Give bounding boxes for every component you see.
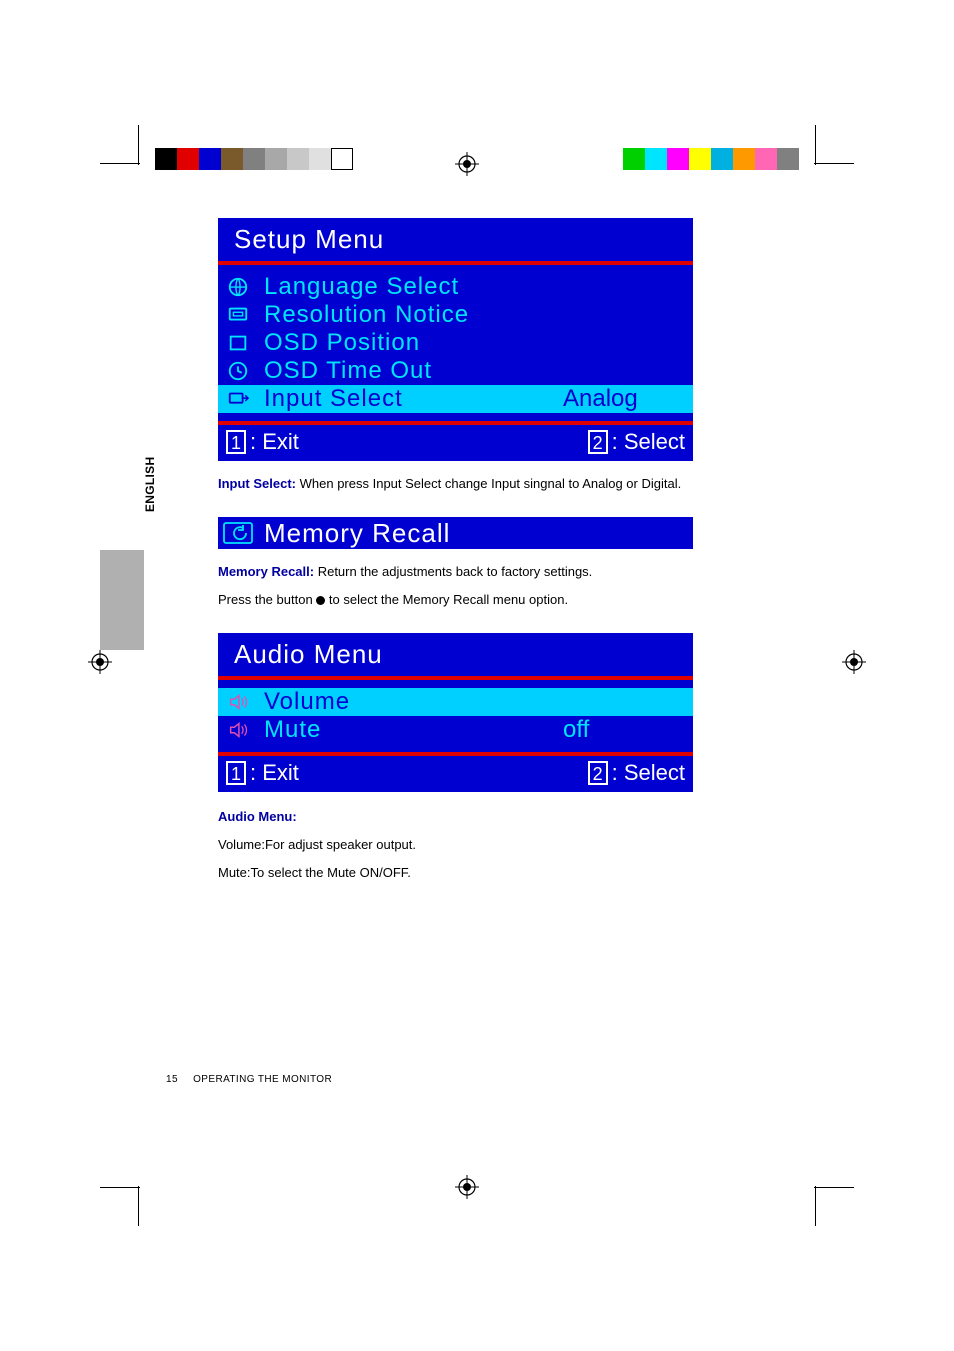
registration-mark-icon [455, 152, 479, 176]
menu-item-label: OSD Position [258, 329, 693, 357]
bullet-icon [316, 596, 325, 605]
crop-mark [814, 1187, 854, 1188]
osd-footer: 1 : Exit 2 : Select [218, 425, 693, 461]
footer-select-label: : Select [612, 760, 685, 786]
crop-mark [138, 125, 139, 165]
menu-item-language-select[interactable]: Language Select [218, 273, 693, 301]
desc-label: Memory Recall: [218, 564, 314, 579]
crop-mark [814, 163, 854, 164]
memory-recall-header: Memory Recall [218, 517, 693, 549]
crop-mark [815, 125, 816, 165]
input-select-description: Input Select: When press Input Select ch… [218, 473, 693, 495]
desc-text: Press the button [218, 592, 316, 607]
audio-desc-line1: Volume:For adjust speaker output. [218, 834, 693, 856]
page-number: 15 [166, 1074, 178, 1085]
desc-text: Return the adjustments back to factory s… [314, 564, 592, 579]
registration-mark-icon [455, 1175, 479, 1199]
speaker-icon [218, 718, 258, 742]
menu-item-volume[interactable]: Volume [218, 688, 693, 716]
key-2-icon: 2 [588, 761, 608, 785]
menu-item-label: OSD Time Out [258, 357, 693, 385]
menu-item-input-select[interactable]: Input Select Analog [218, 385, 693, 413]
audio-menu-description: Audio Menu: [218, 806, 693, 828]
menu-item-value: Analog [563, 385, 693, 413]
color-bar-left [155, 148, 353, 170]
crop-mark [815, 1186, 816, 1226]
key-1-icon: 1 [226, 761, 246, 785]
footer-exit-label: : Exit [250, 760, 299, 786]
speaker-icon [218, 690, 258, 714]
menu-item-label: Input Select [258, 385, 563, 413]
menu-item-osd-position[interactable]: OSD Position [218, 329, 693, 357]
page-footer-text: OPERATING THE MONITOR [193, 1074, 332, 1085]
crop-mark [100, 1187, 140, 1188]
audio-menu-panel: Audio Menu Volume Mute off 1 : Exit 2 [218, 633, 693, 792]
registration-mark-icon [842, 650, 866, 674]
registration-mark-icon [88, 650, 112, 674]
footer-select-label: : Select [612, 429, 685, 455]
crop-mark [100, 163, 140, 164]
clock-icon [218, 359, 258, 383]
memory-recall-title: Memory Recall [258, 518, 450, 549]
desc-label: Audio Menu: [218, 809, 297, 824]
input-icon [218, 387, 258, 411]
desc-text: When press Input Select change Input sin… [296, 476, 681, 491]
menu-item-mute[interactable]: Mute off [218, 716, 693, 744]
memory-recall-description: Memory Recall: Return the adjustments ba… [218, 561, 693, 583]
key-1-icon: 1 [226, 430, 246, 454]
menu-item-resolution-notice[interactable]: Resolution Notice [218, 301, 693, 329]
menu-item-osd-time-out[interactable]: OSD Time Out [218, 357, 693, 385]
audio-menu-title: Audio Menu [218, 633, 693, 676]
setup-menu-panel: Setup Menu Language Select Resolution No… [218, 218, 693, 461]
box-icon [218, 331, 258, 355]
desc-label: Input Select: [218, 476, 296, 491]
menu-item-label: Mute [258, 716, 563, 744]
color-bar-right [623, 148, 799, 170]
globe-icon [218, 275, 258, 299]
crop-mark [138, 1186, 139, 1226]
language-tab-label: ENGLISH [143, 432, 157, 512]
setup-menu-title: Setup Menu [218, 218, 693, 261]
audio-desc-line2: Mute:To select the Mute ON/OFF. [218, 862, 693, 884]
recall-icon [218, 520, 258, 546]
screen-icon [218, 303, 258, 327]
menu-item-label: Volume [258, 688, 693, 716]
memory-recall-press-line: Press the button to select the Memory Re… [218, 589, 693, 611]
footer-exit-label: : Exit [250, 429, 299, 455]
menu-item-label: Resolution Notice [258, 301, 693, 329]
menu-item-value: off [563, 716, 693, 744]
side-gray-bar [100, 550, 144, 650]
osd-footer: 1 : Exit 2 : Select [218, 756, 693, 792]
page-footer: 15 OPERATING THE MONITOR [166, 1074, 332, 1085]
desc-text: to select the Memory Recall menu option. [325, 592, 568, 607]
key-2-icon: 2 [588, 430, 608, 454]
menu-item-label: Language Select [258, 273, 693, 301]
